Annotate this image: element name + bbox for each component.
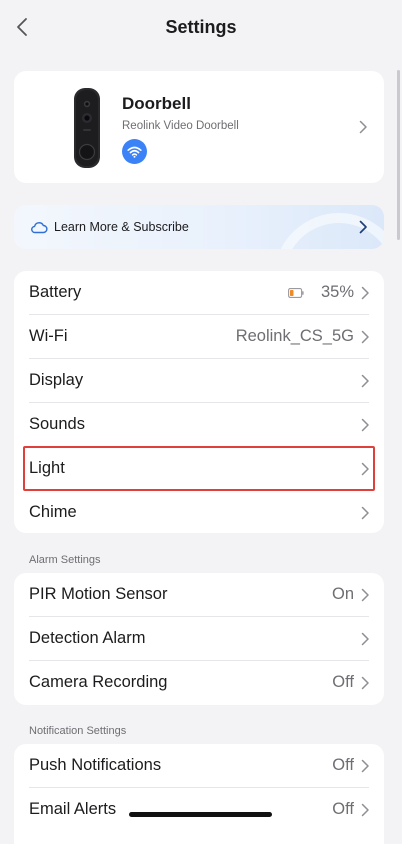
row-label: Battery: [29, 283, 82, 301]
chevron-right-icon: [361, 676, 369, 690]
light-row-highlight: [23, 446, 375, 491]
section-header-notification: Notification Settings: [29, 725, 127, 737]
chevron-right-icon: [361, 803, 369, 817]
settings-row-display[interactable]: Display: [14, 359, 384, 403]
chevron-right-icon: [361, 374, 369, 388]
settings-row-detection-alarm[interactable]: Detection Alarm: [14, 617, 384, 661]
settings-row-sounds[interactable]: Sounds: [14, 403, 384, 447]
settings-row-battery[interactable]: Battery 35%: [14, 271, 384, 315]
chevron-right-icon: [361, 588, 369, 602]
home-indicator[interactable]: [129, 812, 272, 817]
chevron-right-icon: [359, 120, 367, 134]
wifi-status-badge: [122, 139, 147, 164]
wifi-network-value: Reolink_CS_5G: [235, 327, 354, 345]
row-label: Wi-Fi: [29, 327, 68, 345]
alarm-settings-group: PIR Motion Sensor On Detection Alarm Cam…: [14, 573, 384, 705]
notification-settings-group: Push Notifications Off Email Alerts Off: [14, 744, 384, 844]
subscribe-label: Learn More & Subscribe: [54, 220, 189, 234]
scrollbar[interactable]: [397, 70, 400, 240]
push-status-value: Off: [332, 756, 354, 774]
doorbell-device-image: [74, 88, 100, 168]
settings-row-pir-motion-sensor[interactable]: PIR Motion Sensor On: [14, 573, 384, 617]
page-title: Settings: [165, 17, 237, 37]
email-status-value: Off: [332, 800, 354, 818]
chevron-right-icon: [361, 286, 369, 300]
chevron-right-icon: [361, 418, 369, 432]
wifi-icon: [127, 146, 142, 158]
settings-row-camera-recording[interactable]: Camera Recording Off: [14, 661, 384, 705]
navigation-bar: Settings: [0, 0, 402, 56]
chevron-right-icon: [361, 506, 369, 520]
device-model: Reolink Video Doorbell: [122, 120, 239, 132]
settings-row-email-alerts[interactable]: Email Alerts Off: [14, 788, 384, 832]
settings-row-push-notifications[interactable]: Push Notifications Off: [14, 744, 384, 788]
cloud-icon: [31, 222, 48, 234]
subscribe-banner[interactable]: Learn More & Subscribe: [14, 205, 384, 249]
section-header-alarm: Alarm Settings: [29, 554, 101, 566]
device-settings-group: Battery 35% Wi-Fi Reolink_CS_5G Display …: [14, 271, 384, 533]
chevron-right-icon: [361, 632, 369, 646]
settings-row-wifi[interactable]: Wi-Fi Reolink_CS_5G: [14, 315, 384, 359]
row-label: Detection Alarm: [29, 629, 146, 647]
chevron-right-icon: [361, 759, 369, 773]
chevron-right-icon: [361, 330, 369, 344]
battery-icon: [288, 288, 304, 298]
settings-row-chime[interactable]: Chime: [14, 491, 384, 535]
device-card[interactable]: Doorbell Reolink Video Doorbell: [14, 71, 384, 183]
row-label: Display: [29, 371, 84, 389]
battery-level-value: 35%: [320, 283, 354, 301]
chevron-right-icon: [359, 220, 367, 234]
row-label: Chime: [29, 503, 77, 521]
row-label: Sounds: [29, 415, 85, 433]
pir-status-value: On: [331, 585, 354, 603]
row-label: Email Alerts: [29, 800, 117, 818]
row-label: Camera Recording: [29, 673, 168, 691]
row-label: PIR Motion Sensor: [29, 585, 168, 603]
row-label: Push Notifications: [29, 756, 162, 774]
recording-status-value: Off: [332, 673, 354, 691]
device-name: Doorbell: [122, 94, 191, 113]
